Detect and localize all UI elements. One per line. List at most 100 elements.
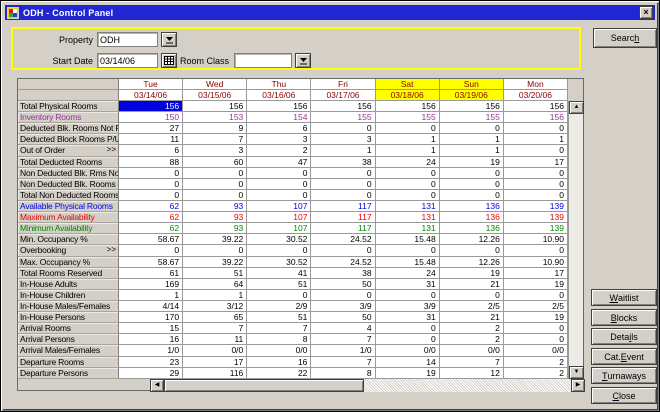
grid-cell[interactable]: 8 [247, 334, 311, 345]
property-input[interactable] [97, 32, 158, 47]
grid-cell[interactable]: 3 [183, 145, 247, 156]
grid-cell[interactable]: 7 [183, 134, 247, 145]
scroll-right-icon[interactable]: ▶ [571, 379, 585, 392]
grid-cell[interactable]: 3/9 [311, 301, 375, 312]
grid-cell[interactable]: 8 [311, 368, 375, 379]
grid-cell[interactable]: 155 [376, 112, 440, 123]
grid-cell[interactable]: 156 [311, 101, 375, 112]
grid-cell[interactable]: 12 [440, 368, 504, 379]
scroll-down-icon[interactable]: ▼ [569, 366, 584, 379]
grid-cell[interactable]: 14 [376, 357, 440, 368]
grid-cell[interactable]: 156 [376, 101, 440, 112]
grid-cell[interactable]: 136 [440, 201, 504, 212]
grid-cell[interactable]: 0 [119, 245, 183, 256]
horizontal-scroll-thumb[interactable] [164, 379, 364, 392]
grid-cell[interactable]: 156 [440, 101, 504, 112]
grid-cell[interactable]: 136 [440, 212, 504, 223]
grid-cell[interactable]: 1 [183, 290, 247, 301]
grid-cell[interactable]: 0 [504, 179, 568, 190]
grid-cell[interactable]: 7 [311, 334, 375, 345]
grid-cell[interactable]: 23 [119, 357, 183, 368]
grid-cell[interactable]: 156 [504, 101, 568, 112]
grid-cell[interactable]: 0 [504, 323, 568, 334]
grid-cell[interactable]: 51 [247, 279, 311, 290]
grid-cell[interactable]: 0 [311, 190, 375, 201]
grid-cell[interactable]: 65 [183, 312, 247, 323]
vertical-scrollbar[interactable]: ▲ ▼ [568, 101, 583, 379]
grid-cell[interactable]: 0 [119, 168, 183, 179]
grid-cell[interactable]: 38 [311, 157, 375, 168]
waitlist-button[interactable]: Waitlist [591, 289, 657, 306]
grid-cell[interactable]: 156 [247, 101, 311, 112]
grid-cell[interactable]: 0 [119, 179, 183, 190]
grid-cell[interactable]: 0 [311, 179, 375, 190]
grid-cell[interactable]: 47 [247, 157, 311, 168]
grid-cell[interactable]: 170 [119, 312, 183, 323]
grid-cell[interactable]: 10.90 [504, 257, 568, 268]
grid-cell[interactable]: 62 [119, 212, 183, 223]
grid-cell[interactable]: 58.67 [119, 257, 183, 268]
grid-cell[interactable]: 0 [440, 123, 504, 134]
grid-cell[interactable]: 93 [183, 223, 247, 234]
grid-cell[interactable]: 0 [376, 334, 440, 345]
grid-cell[interactable]: 15.48 [376, 257, 440, 268]
grid-cell[interactable]: 19 [504, 279, 568, 290]
room-class-dropdown-button[interactable] [295, 53, 311, 68]
grid-cell[interactable]: 60 [183, 157, 247, 168]
grid-cell[interactable]: 0 [376, 323, 440, 334]
grid-cell[interactable]: 150 [119, 112, 183, 123]
grid-cell[interactable]: 58.67 [119, 234, 183, 245]
grid-cell[interactable]: 7 [440, 357, 504, 368]
grid-cell[interactable]: 131 [376, 212, 440, 223]
grid-cell[interactable]: 153 [183, 112, 247, 123]
grid-cell[interactable]: 19 [440, 268, 504, 279]
grid-cell[interactable]: 31 [376, 312, 440, 323]
grid-cell[interactable]: 139 [504, 212, 568, 223]
grid-cell[interactable]: 0 [247, 179, 311, 190]
grid-cell[interactable]: 169 [119, 279, 183, 290]
start-date-input[interactable] [97, 53, 158, 68]
grid-cell[interactable]: 155 [311, 112, 375, 123]
grid-cell[interactable]: 0 [376, 190, 440, 201]
grid-cell[interactable]: 107 [247, 212, 311, 223]
grid-cell[interactable]: 1/0 [311, 345, 375, 356]
grid-cell[interactable]: 17 [504, 157, 568, 168]
grid-cell[interactable]: 0 [376, 123, 440, 134]
grid-cell[interactable]: 0 [440, 245, 504, 256]
grid-cell[interactable]: 156 [119, 101, 183, 112]
grid-cell[interactable]: 0 [247, 290, 311, 301]
close-button[interactable]: Close [591, 387, 657, 404]
grid-cell[interactable]: 0 [183, 179, 247, 190]
grid-cell[interactable]: 0/0 [440, 345, 504, 356]
grid-cell[interactable]: 7 [183, 323, 247, 334]
grid-cell[interactable]: 0 [311, 245, 375, 256]
grid-cell[interactable]: 0 [183, 168, 247, 179]
grid-cell[interactable]: 24.52 [311, 234, 375, 245]
grid-cell[interactable]: 17 [183, 357, 247, 368]
grid-cell[interactable]: 51 [183, 268, 247, 279]
grid-cell[interactable]: 6 [247, 123, 311, 134]
grid-cell[interactable]: 116 [183, 368, 247, 379]
grid-cell[interactable]: 2/5 [504, 301, 568, 312]
grid-cell[interactable]: 0/0 [247, 345, 311, 356]
grid-cell[interactable]: 3 [311, 134, 375, 145]
grid-cell[interactable]: 51 [247, 312, 311, 323]
grid-cell[interactable]: 117 [311, 201, 375, 212]
grid-cell[interactable]: 0/0 [504, 345, 568, 356]
grid-cell[interactable]: 16 [247, 357, 311, 368]
grid-cell[interactable]: 11 [119, 134, 183, 145]
grid-cell[interactable]: 154 [247, 112, 311, 123]
grid-cell[interactable]: 3 [247, 134, 311, 145]
grid-cell[interactable]: 1 [376, 145, 440, 156]
grid-cell[interactable]: 0 [247, 190, 311, 201]
grid-cell[interactable]: 24 [376, 157, 440, 168]
grid-cell[interactable]: 0 [311, 168, 375, 179]
grid-cell[interactable]: 0 [504, 245, 568, 256]
grid-cell[interactable]: 24.52 [311, 257, 375, 268]
grid-cell[interactable]: 62 [119, 223, 183, 234]
room-class-input[interactable] [234, 53, 292, 68]
grid-cell[interactable]: 50 [311, 312, 375, 323]
grid-cell[interactable]: 93 [183, 201, 247, 212]
grid-cell[interactable]: 1 [440, 145, 504, 156]
grid-cell[interactable]: 1 [440, 134, 504, 145]
